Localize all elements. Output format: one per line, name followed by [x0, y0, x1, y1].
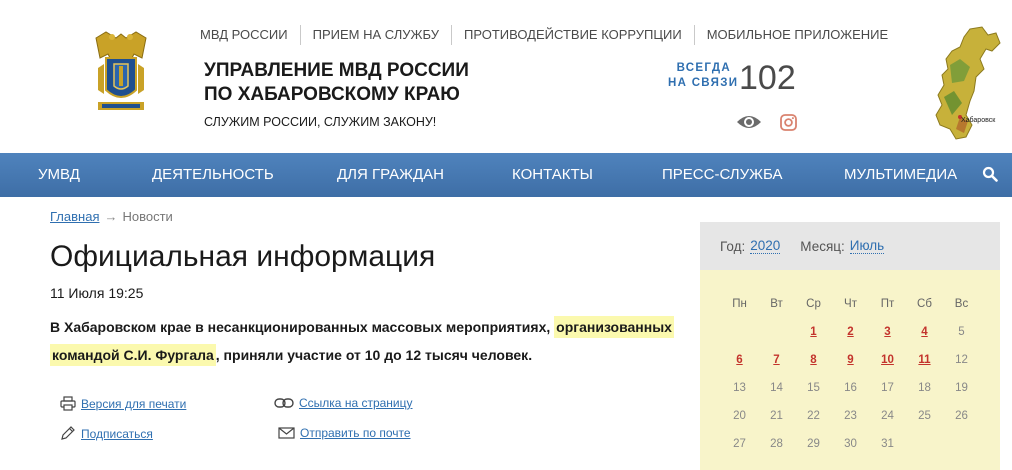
- site-title-line1: УПРАВЛЕНИЕ МВД РОССИИ: [204, 60, 469, 81]
- main-navigation: УМВД ДЕЯТЕЛЬНОСТЬ ДЛЯ ГРАЖДАН КОНТАКТЫ П…: [0, 153, 1012, 197]
- weekday-header: Вт: [770, 298, 783, 310]
- calendar-day: 19: [955, 382, 968, 394]
- weekday-header: Ср: [806, 298, 821, 310]
- hotline-label: ВСЕГДА НА СВЯЗИ: [668, 61, 739, 91]
- calendar-day: 31: [881, 438, 894, 450]
- calendar-day: 24: [881, 410, 894, 422]
- hotline-line2: НА СВЯЗИ: [668, 77, 739, 89]
- calendar-day: 16: [844, 382, 857, 394]
- weekday-header: Пн: [732, 298, 747, 310]
- nav-item-umvd[interactable]: УМВД: [38, 153, 80, 197]
- map-city-label: Хабаровск: [961, 116, 996, 124]
- calendar-day: 21: [770, 410, 783, 422]
- calendar-day: 20: [733, 410, 746, 422]
- nav-item-activity[interactable]: ДЕЯТЕЛЬНОСТЬ: [152, 153, 274, 197]
- region-map-icon[interactable]: Хабаровск: [930, 25, 1002, 143]
- lead-highlight-1: организованных: [554, 316, 674, 338]
- calendar-day: 29: [807, 438, 820, 450]
- weekday-header: Сб: [917, 298, 932, 310]
- topnav-link-mobile-app[interactable]: Мобильное приложение: [693, 25, 900, 45]
- weekday-header: Чт: [844, 298, 857, 310]
- calendar-empty-cell: [943, 430, 980, 458]
- calendar-day: 25: [918, 410, 931, 422]
- nav-item-contacts[interactable]: КОНТАКТЫ: [512, 153, 593, 197]
- calendar-day[interactable]: 6: [721, 346, 758, 374]
- lead-highlight-2: командой С.И. Фургала: [50, 344, 216, 366]
- calendar-day: 28: [770, 438, 783, 450]
- page-link-label: Ссылка на страницу: [299, 396, 413, 410]
- page-link-link[interactable]: Ссылка на страницу: [274, 396, 413, 410]
- calendar-day[interactable]: 7: [758, 346, 795, 374]
- breadcrumb-current: Новости: [122, 209, 173, 224]
- send-by-email-link[interactable]: Отправить по почте: [278, 426, 411, 440]
- year-label: Год:: [720, 238, 746, 254]
- calendar-day: 22: [807, 410, 820, 422]
- topnav-link-mvd[interactable]: МВД России: [200, 25, 300, 45]
- nav-item-citizens[interactable]: ДЛЯ ГРАЖДАН: [337, 153, 444, 197]
- site-title[interactable]: УПРАВЛЕНИЕ МВД РОССИИ ПО ХАБАРОВСКОМУ КР…: [204, 59, 469, 107]
- calendar-empty-cell: [758, 318, 795, 346]
- calendar-day: 17: [881, 382, 894, 394]
- site-title-line2: ПО ХАБАРОВСКОМУ КРАЮ: [204, 84, 460, 105]
- calendar-day: 13: [733, 382, 746, 394]
- send-by-email-label: Отправить по почте: [300, 426, 411, 440]
- article-date: 11 Июля 19:25: [50, 285, 144, 301]
- subscribe-link[interactable]: Подписаться: [60, 426, 153, 441]
- calendar-day[interactable]: 4: [906, 318, 943, 346]
- news-calendar: Год: 2020 Месяц: Июль Пн Вт Ср Чт Пт Сб Вс 1 2 3 4…: [700, 222, 1000, 470]
- hotline-line1: ВСЕГДА: [676, 62, 731, 74]
- nav-item-multimedia[interactable]: МУЛЬТИМЕДИА: [844, 153, 957, 197]
- weekday-header: Пт: [880, 298, 895, 310]
- calendar-empty-cell: [721, 318, 758, 346]
- calendar-day: 15: [807, 382, 820, 394]
- calendar-day: 14: [770, 382, 783, 394]
- hotline-number: 102: [739, 59, 796, 97]
- printer-icon: [60, 396, 76, 411]
- calendar-grid: Пн Вт Ср Чт Пт Сб Вс 1 2 3 4 5 6 7 8 9 10 11 12 13 14 15 16 17 1…: [721, 290, 980, 458]
- calendar-day[interactable]: 3: [869, 318, 906, 346]
- calendar-day: 27: [733, 438, 746, 450]
- eye-icon[interactable]: [736, 112, 762, 132]
- article-lead: В Хабаровском крае в несанкционированных…: [50, 313, 690, 369]
- calendar-day: 12: [955, 354, 968, 366]
- breadcrumb-home[interactable]: Главная: [50, 209, 99, 224]
- calendar-day[interactable]: 1: [795, 318, 832, 346]
- calendar-day[interactable]: 2: [832, 318, 869, 346]
- instagram-icon[interactable]: [780, 114, 797, 131]
- search-icon[interactable]: [982, 166, 998, 182]
- calendar-day: 26: [955, 410, 968, 422]
- pencil-icon: [61, 426, 75, 440]
- top-navigation: МВД России Прием на службу Противодейств…: [200, 24, 900, 46]
- subscribe-label: Подписаться: [81, 426, 153, 441]
- calendar-day: 30: [844, 438, 857, 450]
- month-label: Месяц:: [800, 238, 845, 254]
- chain-link-icon: [274, 398, 294, 408]
- topnav-link-recruitment[interactable]: Прием на службу: [299, 25, 451, 45]
- site-header: МВД России Прием на службу Противодейств…: [0, 0, 1012, 153]
- calendar-day[interactable]: 9: [832, 346, 869, 374]
- calendar-header: Год: 2020 Месяц: Июль: [700, 222, 1000, 270]
- print-version-link[interactable]: Версия для печати: [60, 396, 186, 411]
- lead-text-part2: , приняли участие от 10 до 12 тысяч чело…: [215, 347, 533, 363]
- site-slogan: СЛУЖИМ РОССИИ, СЛУЖИМ ЗАКОНУ!: [204, 115, 437, 129]
- nav-item-press[interactable]: ПРЕСС-СЛУЖБА: [662, 153, 783, 197]
- calendar-day[interactable]: 8: [795, 346, 832, 374]
- calendar-day: 5: [958, 326, 965, 338]
- calendar-day[interactable]: 11: [906, 346, 943, 374]
- calendar-day: 23: [844, 410, 857, 422]
- lead-text-part1: В Хабаровском крае в несанкционированных…: [50, 319, 555, 335]
- breadcrumb: Главная → Новости: [50, 209, 173, 224]
- calendar-day[interactable]: 10: [869, 346, 906, 374]
- year-select[interactable]: 2020: [750, 238, 781, 254]
- police-emblem-icon[interactable]: [88, 28, 154, 118]
- breadcrumb-arrow-icon: →: [104, 209, 118, 224]
- calendar-day: 18: [918, 382, 931, 394]
- page-title: Официальная информация: [50, 240, 436, 273]
- topnav-link-anticorruption[interactable]: Противодействие коррупции: [450, 25, 694, 45]
- weekday-header: Вс: [954, 298, 969, 310]
- month-select[interactable]: Июль: [849, 238, 885, 254]
- calendar-empty-cell: [906, 430, 943, 458]
- envelope-icon: [278, 427, 295, 439]
- print-version-label: Версия для печати: [81, 396, 187, 411]
